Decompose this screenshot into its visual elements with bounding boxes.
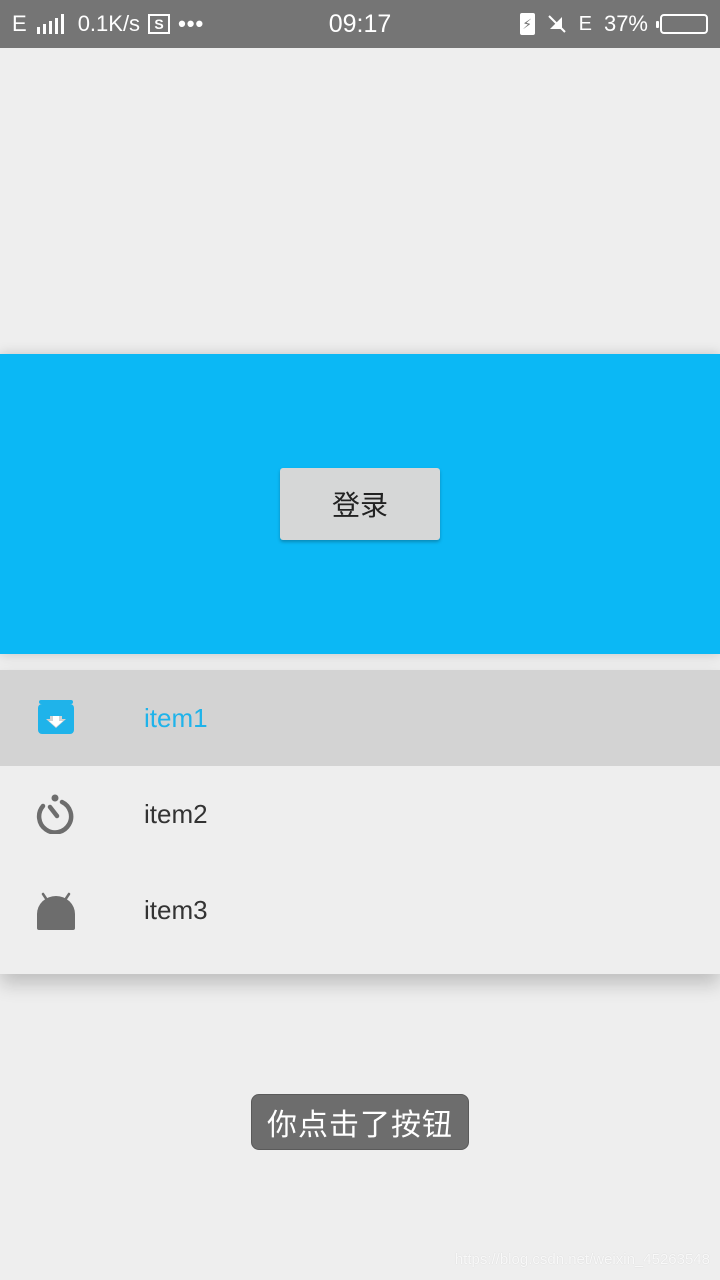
menu-item-3[interactable]: item3 — [0, 862, 720, 958]
menu-item-2[interactable]: item2 — [0, 766, 720, 862]
battery-icon — [656, 14, 708, 34]
network-type-2-label: E — [578, 12, 592, 35]
network-type-label: E — [12, 11, 27, 36]
menu-list: item1 item2 item3 — [0, 670, 720, 974]
timer-icon — [36, 794, 74, 834]
header-panel: 登录 — [0, 354, 720, 654]
watermark: https://blog.csdn.net/weixin_45263548 — [454, 1251, 710, 1268]
menu-item-1[interactable]: item1 — [0, 670, 720, 766]
android-icon — [37, 892, 75, 930]
login-button[interactable]: 登录 — [280, 468, 440, 540]
signal-icon — [36, 14, 64, 34]
archive-download-icon — [38, 700, 74, 734]
sim-icon: S — [148, 14, 171, 34]
menu-item-label: item3 — [144, 894, 208, 925]
toast-message: 你点击了按钮 — [251, 1094, 469, 1150]
phone-screen: E 0.1K/s S ••• 09:17 E 37% 登录 — [0, 0, 720, 1280]
network-speed: 0.1K/s — [77, 11, 141, 36]
mute-icon — [547, 15, 566, 33]
status-bar-left: E 0.1K/s S ••• — [12, 11, 520, 37]
status-bar: E 0.1K/s S ••• 09:17 E 37% — [0, 0, 720, 48]
charging-icon — [519, 13, 535, 35]
menu-item-label: item1 — [144, 702, 208, 733]
status-bar-right: E 37% — [519, 11, 708, 37]
more-notifications-icon: ••• — [178, 11, 205, 36]
menu-item-label: item2 — [144, 798, 208, 829]
battery-percent: 37% — [603, 11, 648, 36]
